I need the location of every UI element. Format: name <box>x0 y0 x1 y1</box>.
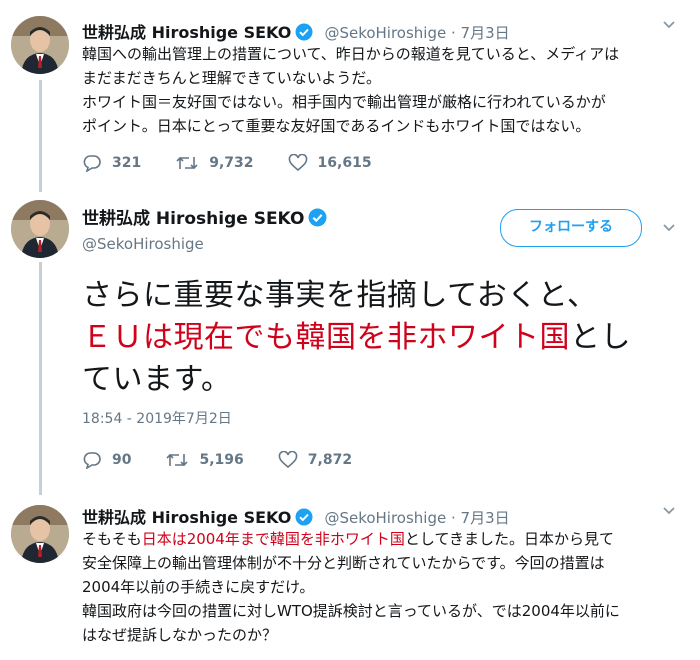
reply-icon <box>83 452 101 469</box>
tweet-text-large: さらに重要な事実を指摘しておくと、 ＥＵは現在でも韓国を非ホワイト国とし ていま… <box>82 275 682 401</box>
tweet-text-line: 2004年以前の手続きに戻すだけ。 <box>82 578 315 596</box>
tweet-text-fragment: とし <box>570 320 631 355</box>
retweet-button[interactable]: 9,732 <box>175 154 254 172</box>
author-handle[interactable]: @SekoHiroshige <box>324 24 446 42</box>
tweet-text-line: ています。 <box>82 362 232 397</box>
like-count: 16,615 <box>317 155 372 171</box>
author-name[interactable]: 世耕弘成 Hiroshige SEKO <box>82 23 291 42</box>
retweet-icon <box>166 453 189 467</box>
reply-icon <box>83 155 101 172</box>
author-handle[interactable]: @SekoHiroshige <box>324 509 446 527</box>
retweet-count: 5,196 <box>199 452 244 468</box>
retweet-icon <box>176 156 198 170</box>
chevron-down-icon[interactable] <box>662 504 676 520</box>
tweet-text-line: ポイント。日本にとって重要な友好国であるインドもホワイト国ではない。 <box>82 117 591 135</box>
tweet-text-line: 韓国への輸出管理上の措置について、昨日からの報道を見ていると、メディアは <box>82 45 620 63</box>
author-handle[interactable]: @SekoHiroshige <box>82 235 204 253</box>
chevron-down-icon[interactable] <box>662 18 676 34</box>
follow-button[interactable]: フォローする <box>500 209 642 247</box>
like-count: 7,872 <box>307 452 353 468</box>
tweet-date[interactable]: · 7月3日 <box>446 24 510 42</box>
tweet-actions: 90 5,196 7,872 <box>82 451 386 469</box>
tweet-text-fragment: そもそも <box>82 530 142 548</box>
tweet-text-line: まだまだきちんと理解できていないようだ。 <box>82 69 381 87</box>
reply-count: 90 <box>112 452 132 468</box>
like-icon <box>278 451 298 469</box>
thread-line <box>39 80 42 192</box>
reply-count: 321 <box>112 155 142 171</box>
tweet-text: そもそも日本は2004年まで韓国を非ホワイト国としてきました。日本から見て 安全… <box>82 527 692 647</box>
tweet-text-line: ホワイト国＝友好国ではない。相手国内で輸出管理が厳格に行われているかが <box>82 93 606 111</box>
verified-icon <box>308 208 327 231</box>
chevron-down-icon[interactable] <box>662 221 676 237</box>
author-name[interactable]: 世耕弘成 Hiroshige SEKO <box>82 508 291 527</box>
tweet-text-line: 安全保障上の輸出管理体制が不十分と判断されていたからです。今回の措置は <box>82 554 605 572</box>
like-button[interactable]: 16,615 <box>288 154 372 172</box>
like-icon <box>288 154 307 172</box>
tweet-date[interactable]: · 7月3日 <box>446 509 510 527</box>
avatar[interactable] <box>11 200 69 258</box>
tweet-text-line: はなぜ提訴しなかったのか？ <box>82 626 278 644</box>
thread-line <box>39 262 42 495</box>
retweet-button[interactable]: 5,196 <box>165 451 244 469</box>
tweet-text-line: さらに重要な事実を指摘しておくと、 <box>82 278 598 313</box>
tweet-text-line: 韓国政府は今回の措置に対しWTO提訴検討と言っているが、では2004年以前に <box>82 602 620 620</box>
reply-button[interactable]: 90 <box>82 451 131 469</box>
tweet-actions: 321 9,732 16,615 <box>82 154 406 172</box>
highlighted-text: 韓国を非ホワイト国 <box>269 530 405 548</box>
highlighted-text: ＥＵは現在でも韓国を非ホワイト国 <box>82 320 570 355</box>
avatar[interactable] <box>11 16 69 74</box>
author-name[interactable]: 世耕弘成 Hiroshige SEKO <box>82 209 304 229</box>
retweet-count: 9,732 <box>209 155 254 171</box>
avatar[interactable] <box>11 505 69 563</box>
like-button[interactable]: 7,872 <box>278 451 352 469</box>
tweet-timestamp[interactable]: 18:54 - 2019年7月2日 <box>82 408 232 428</box>
tweet-text-fragment: としてきました。日本から見て <box>404 530 615 548</box>
tweet-text: 韓国への輸出管理上の措置について、昨日からの報道を見ていると、メディアは まだま… <box>82 42 692 138</box>
highlighted-text: 日本は2004年まで <box>141 530 270 548</box>
reply-button[interactable]: 321 <box>82 154 141 172</box>
